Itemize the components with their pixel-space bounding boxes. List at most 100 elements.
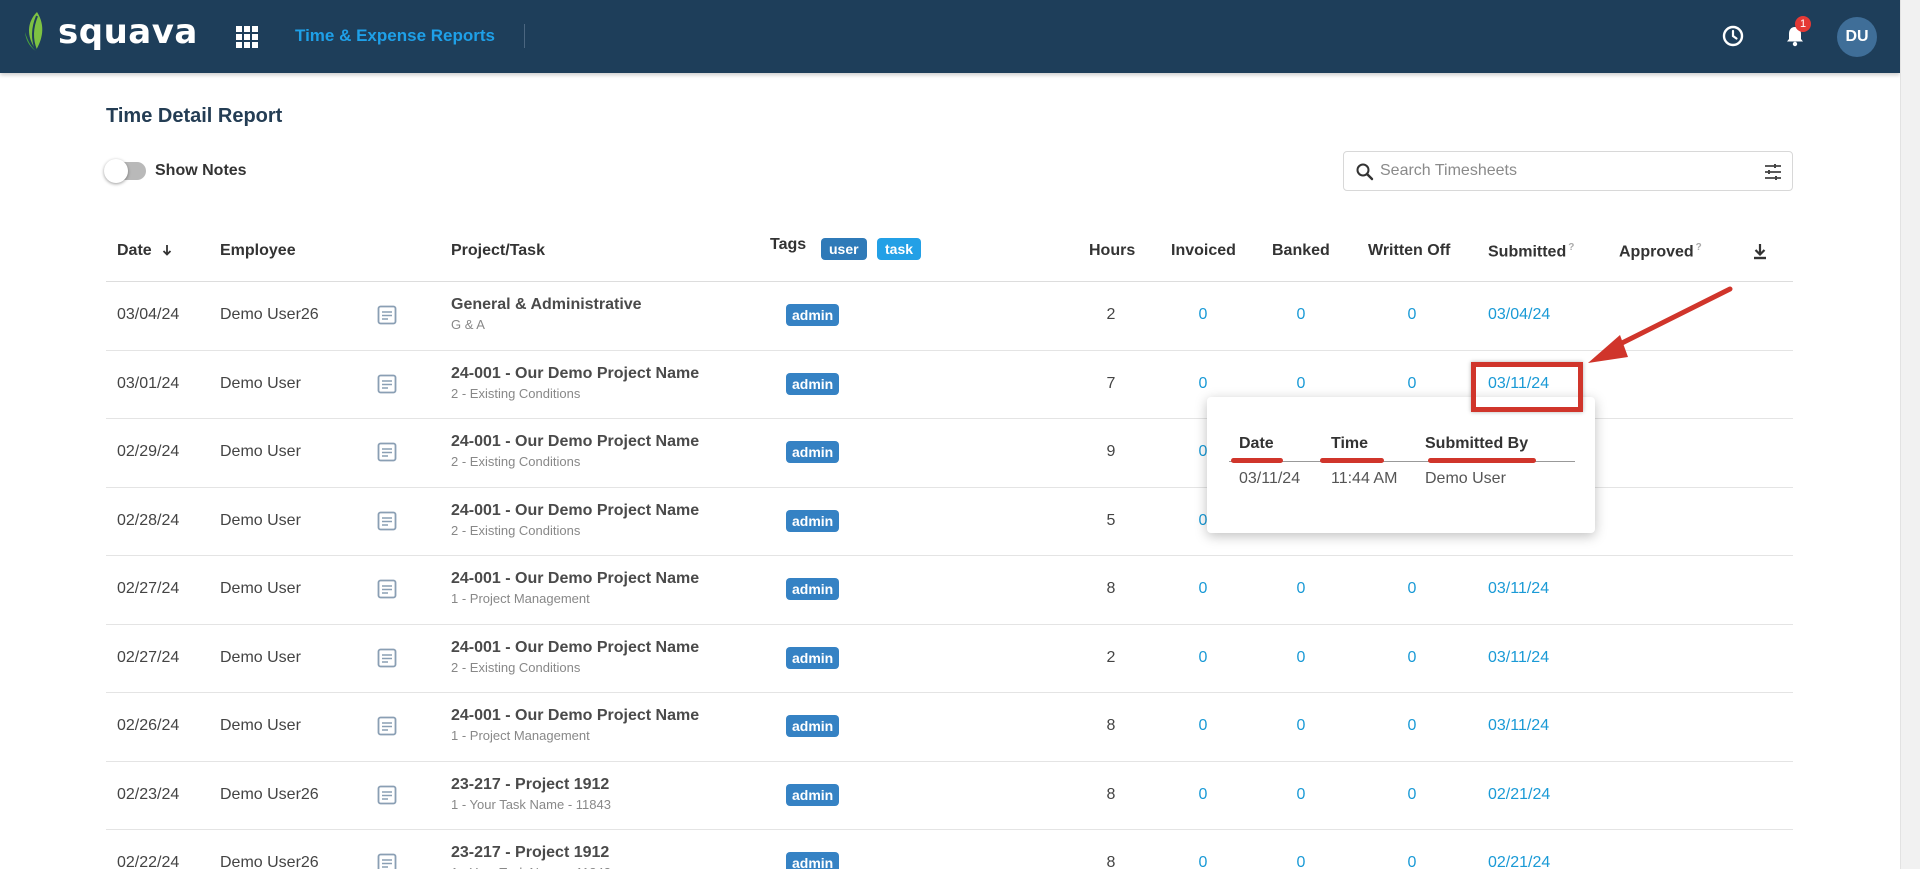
cell-written-off[interactable]: 0 [1382,786,1442,804]
cell-banked[interactable]: 0 [1271,786,1331,804]
popover-header-time: Time [1331,435,1369,452]
cell-invoiced[interactable]: 0 [1173,306,1233,324]
note-icon[interactable] [376,510,398,532]
cell-employee: Demo User [220,374,301,392]
cell-banked[interactable]: 0 [1271,580,1331,598]
header-submitted[interactable]: Submitted? [1488,242,1574,261]
show-notes-toggle[interactable] [104,159,146,183]
cell-invoiced[interactable]: 0 [1173,649,1233,667]
table-row[interactable]: 02/26/24 Demo User 24-001 - Our Demo Proje… [106,693,1793,762]
cell-banked[interactable]: 0 [1271,717,1331,735]
help-mark-submitted[interactable]: ? [1568,242,1574,253]
table-row[interactable]: 02/23/24 Demo User26 23-217 - Project 1912… [106,762,1793,830]
note-icon[interactable] [376,784,398,806]
cell-project-task[interactable]: 23-217 - Project 1912 1 - Your Task Name … [451,776,611,812]
cell-project-task[interactable]: General & Administrative G & A [451,296,642,332]
filter-sliders-icon[interactable] [1762,161,1784,183]
cell-date: 02/26/24 [117,717,180,734]
tag-badge: admin [786,715,840,737]
cell-project-task[interactable]: 24-001 - Our Demo Project Name 2 - Existi… [451,502,699,538]
cell-invoiced[interactable]: 0 [1173,375,1233,393]
search-timesheets-input[interactable] [1380,160,1740,182]
apps-grid-icon[interactable] [236,26,258,48]
cell-invoiced[interactable]: 0 [1173,580,1233,598]
cell-banked[interactable]: 0 [1271,306,1331,324]
header-invoiced[interactable]: Invoiced [1171,242,1236,260]
cell-hours: 8 [1106,717,1116,734]
cell-hours: 7 [1106,374,1116,392]
cell-written-off[interactable]: 0 [1382,306,1442,324]
popover-value-date: 03/11/24 [1239,470,1301,487]
cell-project-task[interactable]: 24-001 - Our Demo Project Name 2 - Existi… [451,639,699,675]
cell-submitted[interactable]: 02/21/24 [1488,786,1550,804]
note-icon[interactable] [376,441,398,463]
cell-project-task[interactable]: 24-001 - Our Demo Project Name 1 - Projec… [451,570,699,606]
tag-badge: admin [786,304,840,326]
header-employee[interactable]: Employee [220,242,296,260]
project-name: 24-001 - Our Demo Project Name [451,433,700,450]
note-icon[interactable] [376,647,398,669]
cell-project-task[interactable]: 23-217 - Project 1912 1 - Your Task Name … [451,844,611,869]
cell-hours: 8 [1106,785,1116,803]
help-mark-approved[interactable]: ? [1696,242,1702,253]
cell-employee: Demo User [220,511,301,529]
table-row[interactable]: 02/22/24 Demo User26 23-217 - Project 1912… [106,830,1793,869]
tag-badge: admin [786,783,840,806]
page-scrollbar[interactable] [1900,0,1920,869]
page-title: Time Detail Report [106,105,283,127]
cell-project-task[interactable]: 24-001 - Our Demo Project Name 2 - Existi… [451,365,699,401]
project-name: 24-001 - Our Demo Project Name [451,570,700,587]
nav-title-link[interactable]: Time & Expense Reports [295,26,495,46]
table-row[interactable]: 03/04/24 Demo User26 General & Administrat… [106,282,1793,351]
tag-badge: admin [786,372,840,395]
squava-logo[interactable]: squava [22,10,198,54]
top-navigation-bar: squava Time & Expense Reports 1 DU [0,0,1900,73]
project-name: 24-001 - Our Demo Project Name [451,501,700,519]
cell-banked[interactable]: 0 [1271,854,1331,869]
note-icon[interactable] [376,373,398,395]
tag-badge: admin [786,646,840,669]
note-icon[interactable] [376,852,398,869]
header-submitted-label: Submitted [1488,243,1567,261]
header-hours[interactable]: Hours [1089,242,1135,260]
cell-written-off[interactable]: 0 [1382,854,1442,869]
cell-written-off[interactable]: 0 [1382,580,1442,598]
cell-invoiced[interactable]: 0 [1173,717,1233,735]
header-approved[interactable]: Approved? [1619,242,1702,261]
cell-banked[interactable]: 0 [1271,375,1331,393]
cell-invoiced[interactable]: 0 [1173,786,1233,804]
header-banked[interactable]: Banked [1272,242,1330,260]
cell-project-task[interactable]: 24-001 - Our Demo Project Name 1 - Projec… [451,707,699,743]
tag-badge: admin [786,441,840,463]
cell-written-off[interactable]: 0 [1382,375,1442,393]
header-written-off[interactable]: Written Off [1368,242,1450,260]
annotation-underline-date [1231,458,1283,463]
table-row[interactable]: 02/27/24 Demo User 24-001 - Our Demo Proje… [106,556,1793,625]
header-date[interactable]: Date [117,242,174,260]
note-icon[interactable] [376,304,398,326]
annotation-underline-time [1320,458,1384,463]
cell-submitted[interactable]: 03/11/24 [1488,717,1549,735]
download-icon[interactable] [1751,242,1769,262]
clock-icon[interactable] [1717,20,1749,52]
cell-invoiced[interactable]: 0 [1173,854,1233,869]
cell-submitted[interactable]: 02/21/24 [1488,854,1550,869]
cell-date: 02/28/24 [117,511,180,529]
cell-submitted[interactable]: 03/11/24 [1488,649,1549,667]
tag-filter-task[interactable]: task [877,238,922,260]
cell-banked[interactable]: 0 [1271,649,1331,667]
brand-name: squava [58,12,198,52]
note-icon[interactable] [376,715,398,737]
cell-submitted[interactable]: 03/04/24 [1488,306,1550,324]
tag-filter-user[interactable]: user [821,238,867,260]
cell-written-off[interactable]: 0 [1382,717,1442,735]
cell-hours: 2 [1106,306,1116,323]
table-row[interactable]: 02/27/24 Demo User 24-001 - Our Demo Proje… [106,625,1793,693]
note-icon[interactable] [376,578,398,600]
cell-written-off[interactable]: 0 [1382,649,1442,667]
user-avatar[interactable]: DU [1837,17,1877,57]
nav-divider [524,24,525,48]
cell-project-task[interactable]: 24-001 - Our Demo Project Name 2 - Existi… [451,433,699,469]
cell-submitted[interactable]: 03/11/24 [1488,580,1549,598]
header-project-task[interactable]: Project/Task [451,242,545,260]
